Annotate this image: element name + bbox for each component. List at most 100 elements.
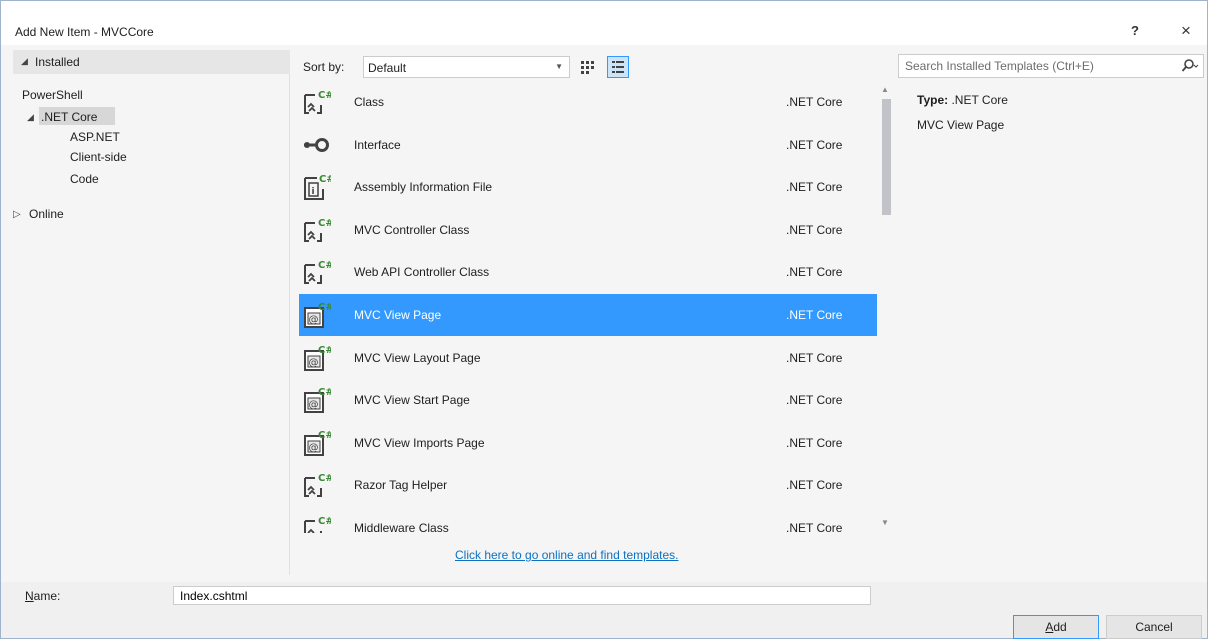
template-type: .NET Core (786, 521, 843, 533)
template-row[interactable]: C# Middleware Class .NET Core (299, 507, 877, 533)
template-type: .NET Core (786, 265, 843, 280)
add-button[interactable]: Add (1013, 615, 1099, 639)
razor-page-icon: @C# (301, 428, 334, 458)
template-name: MVC Controller Class (354, 222, 470, 237)
list-view-icon[interactable] (607, 56, 629, 78)
help-button[interactable]: ? (1131, 23, 1139, 38)
online-templates-link[interactable]: Click here to go online and find templat… (455, 548, 678, 562)
search-box[interactable] (898, 54, 1204, 78)
template-row[interactable]: i C# Assembly Information File .NET Core (299, 166, 877, 208)
template-name: MVC View Start Page (354, 393, 470, 408)
svg-text:@: @ (309, 400, 319, 411)
svg-text:@: @ (309, 315, 319, 326)
template-type: .NET Core (786, 137, 843, 152)
template-name: Razor Tag Helper (354, 478, 448, 493)
scroll-up-arrow-icon[interactable]: ▲ (881, 85, 889, 94)
svg-text:C#: C# (318, 302, 331, 313)
interface-icon (301, 130, 331, 160)
template-name: MVC View Page (354, 308, 442, 322)
tree-node-online[interactable]: Online (29, 207, 64, 221)
template-row[interactable]: @C# MVC View Imports Page .NET Core (299, 422, 877, 464)
close-button[interactable]: × (1181, 21, 1191, 41)
template-row[interactable]: @ C# MVC View Start Page .NET Core (299, 379, 877, 421)
template-list-scrollbar[interactable]: ▲ ▼ (877, 81, 895, 533)
tree-node-label: Installed (35, 55, 80, 69)
template-name: Web API Controller Class (354, 265, 490, 280)
template-type: .NET Core (786, 308, 843, 322)
search-icon[interactable] (1181, 58, 1199, 74)
csharp-class-icon: C# (301, 470, 334, 500)
name-label: Name: (25, 589, 61, 603)
name-field[interactable] (173, 586, 871, 605)
svg-text:C#: C# (318, 90, 331, 101)
collapsed-arrow-icon[interactable]: ▷ (13, 209, 21, 220)
svg-text:C#: C# (319, 174, 331, 185)
sort-value: Default (368, 61, 407, 75)
window-title: Add New Item - MVCCore (15, 25, 154, 39)
template-name: MVC View Imports Page (354, 435, 485, 450)
sort-dropdown[interactable]: Default ▼ (363, 56, 570, 78)
template-name: MVC View Layout Page (354, 350, 481, 365)
template-type: .NET Core (786, 222, 843, 237)
template-row[interactable]: @C# MVC View Layout Page .NET Core (299, 337, 877, 379)
template-type-info: Type: .NET Core (917, 93, 1008, 107)
template-list[interactable]: C# Class .NET Core Interface .NET Core i C# Ass… (299, 81, 877, 533)
template-type: .NET Core (786, 95, 843, 109)
template-name: Middleware Class (354, 521, 449, 533)
csharp-class-icon: C# (301, 87, 334, 117)
cancel-button[interactable]: Cancel (1106, 615, 1202, 639)
svg-text:C#: C# (318, 387, 331, 398)
dialog-content: ◢ Installed PowerShell ◢ .NET Core ASP.N… (1, 45, 1207, 582)
razor-page-icon: @ C# (301, 300, 334, 330)
chevron-down-icon: ▼ (555, 62, 563, 71)
small-icons-view-icon[interactable] (579, 58, 597, 76)
type-value: .NET Core (951, 93, 1008, 107)
template-row[interactable]: Interface .NET Core (299, 124, 877, 166)
name-input[interactable] (174, 587, 870, 604)
type-label: Type: (917, 93, 949, 107)
search-input[interactable] (899, 55, 1169, 77)
template-type: .NET Core (786, 393, 843, 408)
csharp-class-icon: C# (301, 513, 334, 533)
tree-node-aspnet[interactable]: ASP.NET (70, 130, 120, 144)
scroll-down-arrow-icon[interactable]: ▼ (881, 518, 889, 527)
svg-text:C#: C# (318, 473, 331, 484)
template-row[interactable]: C# MVC Controller Class .NET Core (299, 209, 877, 251)
template-row[interactable]: C# Class .NET Core (299, 81, 877, 123)
expanded-arrow-icon[interactable]: ◢ (27, 112, 34, 123)
template-name: Assembly Information File (354, 180, 493, 195)
category-tree: ◢ Installed PowerShell ◢ .NET Core ASP.N… (13, 50, 290, 575)
razor-page-icon: @ C# (301, 385, 334, 415)
svg-text:@: @ (309, 357, 319, 368)
template-row[interactable]: C# Web API Controller Class .NET Core (299, 251, 877, 293)
csharp-class-icon: C# (301, 215, 334, 245)
razor-page-icon: @C# (301, 343, 334, 373)
svg-text:C#: C# (318, 218, 331, 229)
csharp-class-icon: C# (301, 257, 334, 287)
template-row[interactable]: @ C# MVC View Page .NET Core (299, 294, 877, 336)
template-type: .NET Core (786, 435, 843, 450)
template-type: .NET Core (786, 478, 843, 493)
tree-node-code[interactable]: Code (70, 172, 99, 186)
title-bar: Add New Item - MVCCore ? × (1, 1, 1207, 45)
expanded-arrow-icon[interactable]: ◢ (21, 56, 28, 67)
svg-text:C#: C# (318, 430, 331, 441)
assembly-info-icon: i C# (301, 172, 335, 202)
sort-label: Sort by: (303, 60, 345, 74)
tree-node-client-side[interactable]: Client-side (70, 150, 127, 164)
svg-text:C#: C# (318, 260, 331, 271)
template-type: .NET Core (786, 350, 843, 365)
template-row[interactable]: C# Razor Tag Helper .NET Core (299, 464, 877, 506)
tree-node-netcore[interactable]: .NET Core (41, 110, 97, 124)
template-name: Class (354, 95, 385, 109)
scrollbar-thumb[interactable] (882, 99, 891, 215)
template-description: MVC View Page (917, 118, 1005, 132)
tree-node-powershell[interactable]: PowerShell (22, 88, 83, 102)
svg-text:@: @ (309, 442, 319, 453)
template-name: Interface (354, 137, 401, 152)
svg-text:C#: C# (318, 516, 331, 527)
tree-node-installed[interactable]: ◢ Installed (13, 50, 290, 74)
add-new-item-dialog: Add New Item - MVCCore ? × ◢ Installed P… (0, 0, 1208, 639)
svg-text:i: i (312, 187, 315, 197)
template-type: .NET Core (786, 180, 843, 195)
